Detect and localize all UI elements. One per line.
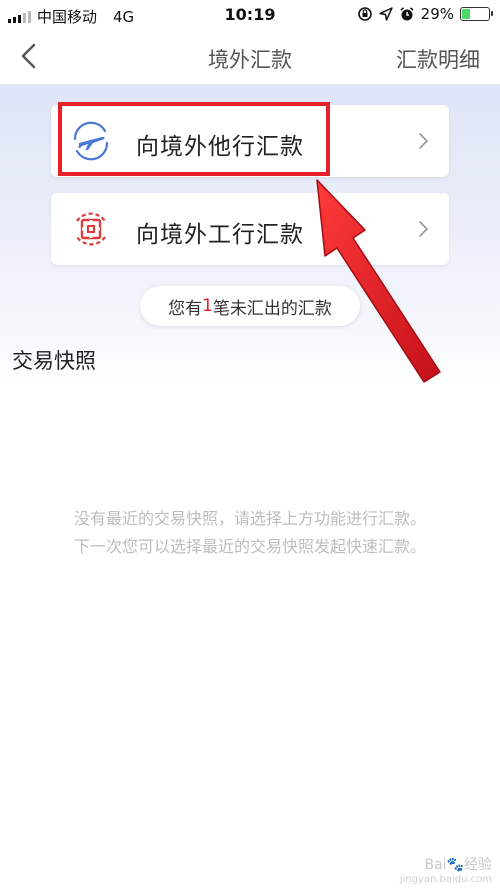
nav-bar: 境外汇款 汇款明细 (0, 30, 500, 85)
chevron-right-icon (419, 133, 428, 149)
empty-state-line: 下一次您可以选择最近的交易快照发起快速汇款。 (73, 537, 426, 556)
pending-prefix: 您有 (168, 298, 203, 319)
watermark-url: jingyan.baidu.com (399, 874, 492, 885)
section-title: 交易快照 (12, 349, 96, 373)
pending-remittance-pill[interactable]: 您有 1 笔未汇出的汇款 (140, 286, 360, 326)
status-right: 29% (357, 5, 493, 23)
watermark-brand: Bai (424, 857, 447, 873)
annotation-highlight-box (58, 102, 330, 176)
baidu-watermark: Bai🐾经验 jingyan.baidu.com (400, 854, 492, 885)
remittance-detail-link[interactable]: 汇款明细 (396, 44, 480, 74)
location-icon (378, 7, 393, 21)
battery-percent: 29% (420, 5, 454, 23)
paw-icon: 🐾 (446, 857, 464, 873)
chevron-right-icon (419, 221, 428, 237)
icbc-logo-icon (76, 212, 106, 246)
empty-state-text: 没有最近的交易快照，请选择上方功能进行汇款。 下一次您可以选择最近的交易快照发起… (0, 505, 500, 561)
empty-state-line: 没有最近的交易快照，请选择上方功能进行汇款。 (73, 509, 426, 528)
status-bar: 中国移动 4G 10:19 29% (0, 0, 500, 30)
pending-suffix: 笔未汇出的汇款 (212, 298, 332, 319)
option-label: 向境外工行汇款 (136, 222, 304, 248)
option-icbc-abroad[interactable]: 向境外工行汇款 (51, 193, 449, 265)
alarm-icon (400, 7, 414, 21)
rotation-lock-icon (357, 7, 372, 21)
pending-count: 1 (202, 296, 213, 316)
battery-icon (460, 7, 493, 21)
watermark-brand-suffix: 经验 (464, 857, 492, 873)
